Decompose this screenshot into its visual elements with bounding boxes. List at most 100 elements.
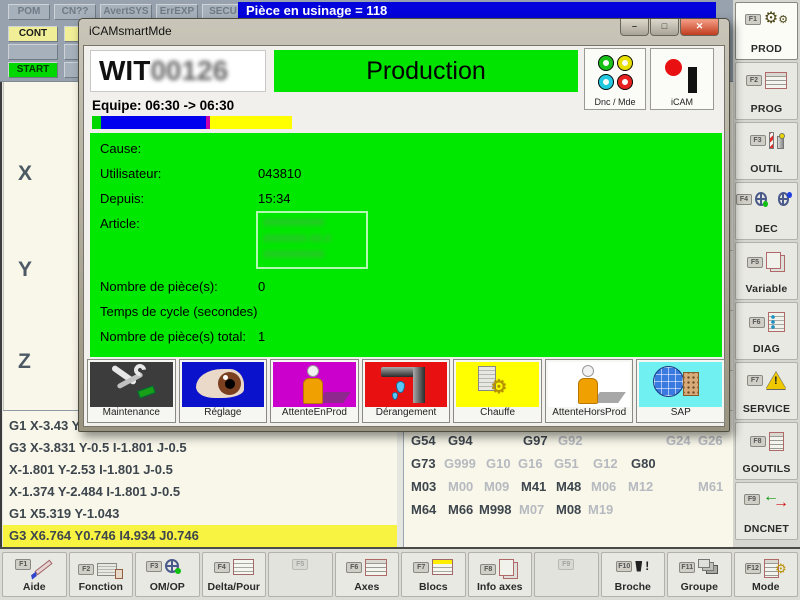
pen-icon (35, 560, 53, 576)
table-icon (233, 559, 254, 575)
g-code: G24 (666, 433, 691, 448)
reglage-button[interactable]: Réglage (179, 359, 268, 423)
m-code: M64 (411, 502, 436, 517)
dnc-knot-icon (598, 55, 633, 90)
icam-button[interactable]: iCAM (650, 48, 714, 110)
softkey-aide[interactable]: F1 Aide (2, 552, 67, 597)
derangement-button[interactable]: Dérangement (362, 359, 451, 423)
tab-pom[interactable]: POM (8, 4, 50, 20)
exclamation-icon: ! (645, 559, 649, 573)
cont-button[interactable]: CONT (8, 26, 58, 42)
document-gear-icon: ⚙ (456, 362, 539, 407)
person-icon (548, 362, 631, 407)
close-button[interactable]: ✕ (680, 19, 719, 36)
attente-en-prod-button[interactable]: AttenteEnProd (270, 359, 359, 423)
state-button-label: AttenteHorsProd (548, 407, 631, 420)
state-button-label: Chauffe (456, 407, 539, 420)
since-label: Depuis: (100, 191, 144, 206)
screen-icon (97, 563, 117, 576)
g-code: G80 (631, 456, 656, 471)
axis-label-x: X (18, 162, 32, 186)
softkey-label: Broche (602, 581, 665, 593)
function-sidebar: F1⚙⚙ PROD F2 PROG F3 OUTIL F4 DEC F5 Var… (733, 0, 800, 547)
sidebar-item-prod[interactable]: F1⚙⚙ PROD (735, 2, 798, 60)
fkey-badge: F5 (747, 257, 763, 268)
start-button[interactable]: START (8, 62, 58, 78)
shift-label: Equipe: 06:30 -> 06:30 (92, 98, 234, 113)
user-label: Utilisateur: (100, 166, 161, 181)
attente-hors-prod-button[interactable]: AttenteHorsProd (545, 359, 634, 423)
sap-button[interactable]: SAP (636, 359, 725, 423)
g-code: G999 (444, 456, 476, 471)
cause-label: Cause: (100, 141, 141, 156)
sidebar-item-goutils[interactable]: F8 GOUTILS (735, 422, 798, 480)
sidebar-item-service[interactable]: F7! SERVICE (735, 362, 798, 420)
sidebar-item-diag[interactable]: F6 DIAG (735, 302, 798, 360)
clipboard-icon (115, 569, 123, 579)
cycle-time-label: Temps de cycle (secondes) (100, 304, 258, 319)
cascade-windows-icon (698, 559, 710, 568)
program-list-icon (765, 72, 787, 89)
sidebar-item-label: OUTIL (736, 163, 797, 175)
g-code: G94 (448, 433, 473, 448)
minimize-button[interactable]: – (620, 19, 649, 36)
fkey-badge: F8 (750, 436, 766, 447)
blocks-table-icon (432, 559, 453, 575)
fkey-badge: F8 (480, 564, 496, 575)
softkey-groupe[interactable]: F11 Groupe (667, 552, 732, 597)
softkey-omop[interactable]: F3 OM/OP (135, 552, 200, 597)
dnc-mde-button[interactable]: Dnc / Mde (584, 48, 646, 110)
maximize-button[interactable]: □ (650, 19, 679, 36)
fkey-badge: F9 (558, 559, 574, 570)
green-dot-icon (175, 568, 181, 574)
gcode-line: G1 X5.319 Y-1.043 (3, 503, 397, 525)
m-code: M66 (448, 502, 473, 517)
state-button-label: Dérangement (365, 407, 448, 420)
softkey-label: Axes (336, 581, 399, 593)
sidebar-item-label: PROG (736, 103, 797, 115)
progress-segment-yellow (210, 116, 292, 129)
tool-icon (777, 136, 784, 149)
fkey-badge: F7 (413, 562, 429, 573)
sidebar-item-outil[interactable]: F3 OUTIL (735, 122, 798, 180)
softkey-mode[interactable]: F12⚙ Mode (734, 552, 799, 597)
gear-icon: ⚙ (775, 561, 787, 577)
piece-count-value: 0 (258, 279, 265, 294)
sidebar-item-dncnet[interactable]: F9←→ DNCNET (735, 482, 798, 540)
softkey-deltapour[interactable]: F4 Delta/Pour (202, 552, 267, 597)
chauffe-button[interactable]: ⚙ Chauffe (453, 359, 542, 423)
m-code: M03 (411, 479, 436, 494)
softkey-broche[interactable]: F10! Broche (601, 552, 666, 597)
documents-icon (766, 252, 781, 269)
total-count-label: Nombre de pièce(s) total: (100, 329, 246, 344)
gcode-line: G3 X-3.831 Y-0.5 I-1.801 J-0.5 (3, 437, 397, 459)
wrench-icon (90, 362, 173, 407)
softkey-empty: F5 (268, 552, 333, 597)
fkey-badge: F7 (747, 375, 763, 386)
softkey-label: Groupe (668, 581, 731, 593)
m-code: M00 (448, 479, 473, 494)
g-code: G54 (411, 433, 436, 448)
sidebar-item-variable[interactable]: F5 Variable (735, 242, 798, 300)
softkey-blocs[interactable]: F7 Blocs (401, 552, 466, 597)
softkey-label: Fonction (70, 581, 133, 593)
eye-icon (182, 362, 265, 407)
softkey-axes[interactable]: F6 Axes (335, 552, 400, 597)
softkey-fonction[interactable]: F2 Fonction (69, 552, 134, 597)
status-info-panel: Cause: Utilisateur: 043810 Depuis: 15:34… (90, 133, 722, 357)
m-code: M48 (556, 479, 581, 494)
sidebar-item-prog[interactable]: F2 PROG (735, 62, 798, 120)
icam-label: iCAM (651, 97, 713, 107)
state-button-label: Maintenance (90, 407, 173, 420)
maintenance-button[interactable]: Maintenance (87, 359, 176, 423)
m-code: M61 (698, 479, 723, 494)
pipe-leak-icon (365, 362, 448, 407)
piece-count-label: Nombre de pièce(s): (100, 279, 218, 294)
g-code: G16 (518, 456, 543, 471)
m-code: M41 (521, 479, 546, 494)
sidebar-item-dec[interactable]: F4 DEC (735, 182, 798, 240)
blank-button[interactable] (8, 44, 58, 60)
gcode-line: X-1.801 Y-2.53 I-1.801 J-0.5 (3, 459, 397, 481)
icam-bar-icon (688, 67, 697, 93)
softkey-infoaxes[interactable]: F8 Info axes (468, 552, 533, 597)
